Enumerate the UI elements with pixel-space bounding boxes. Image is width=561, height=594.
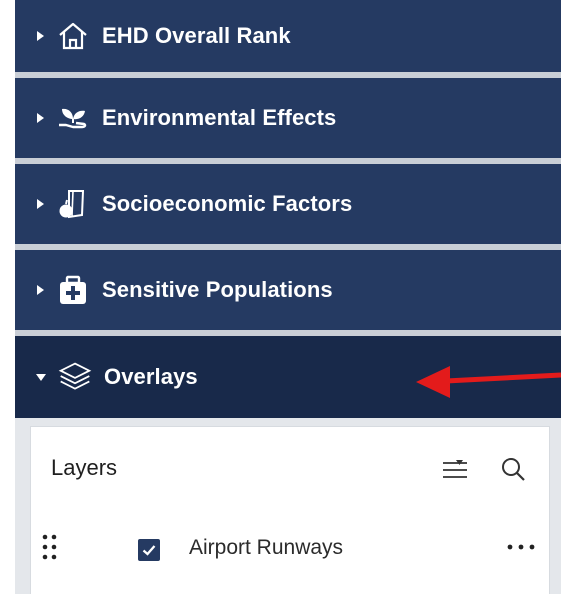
section-label: Sensitive Populations [102, 277, 333, 302]
plant-in-hand-icon [56, 101, 90, 135]
section-environmental-effects[interactable]: Environmental Effects [15, 78, 561, 158]
section-label: Socioeconomic Factors [102, 191, 353, 216]
red-arrow-annotation [416, 366, 561, 398]
section-label: Environmental Effects [102, 105, 337, 130]
caret-down-icon [36, 373, 46, 381]
apple-books-icon [56, 187, 90, 221]
caret-right-icon [37, 113, 44, 123]
section-ehd-overall-rank[interactable]: EHD Overall Rank [15, 0, 561, 72]
layer-checkbox[interactable] [138, 539, 160, 561]
caret-right-icon [37, 285, 44, 295]
layers-panel: Layers Airport Runways [30, 426, 550, 594]
filter-icon[interactable] [441, 457, 469, 483]
caret-right-icon [37, 31, 44, 41]
drag-handle-icon[interactable] [41, 533, 59, 563]
more-options-icon[interactable] [505, 540, 539, 554]
section-socioeconomic-factors[interactable]: Socioeconomic Factors [15, 164, 561, 244]
section-label: EHD Overall Rank [102, 23, 291, 48]
search-icon[interactable] [500, 456, 526, 482]
section-sensitive-populations[interactable]: Sensitive Populations [15, 250, 561, 330]
section-label: Overlays [104, 364, 198, 389]
first-aid-kit-icon [56, 273, 90, 307]
layer-label: Airport Runways [189, 536, 344, 559]
checkmark-icon [142, 545, 156, 556]
layers-icon [58, 360, 92, 394]
layers-title: Layers [51, 455, 118, 480]
house-icon [56, 19, 90, 53]
caret-right-icon [37, 199, 44, 209]
